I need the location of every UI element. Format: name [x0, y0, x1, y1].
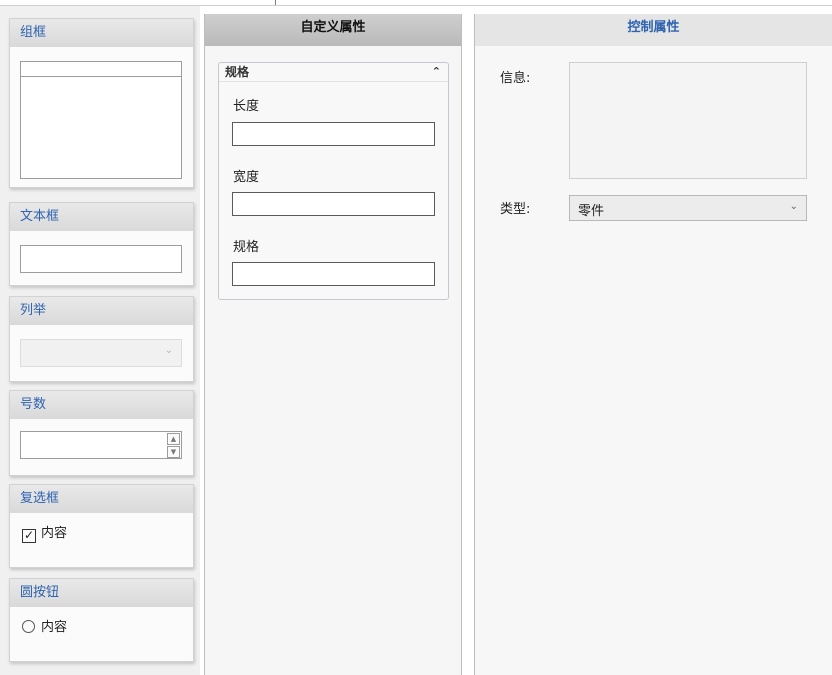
length-input[interactable] [232, 122, 435, 146]
spec-group-header[interactable]: 规格 ⌃ [219, 63, 448, 82]
number-spinner-preview: ▲ ▼ [20, 431, 182, 459]
text-box-preview [20, 245, 182, 273]
radio-circle-icon [22, 620, 35, 633]
group-box-preview [20, 61, 182, 179]
splitter-tick [275, 0, 276, 5]
radio-preview: 内容 [22, 619, 67, 637]
toolbox-radio-title: 圆按钮 [10, 579, 193, 607]
collapse-chevron-icon[interactable]: ⌃ [432, 63, 441, 81]
spinner-down-icon: ▼ [167, 446, 180, 458]
checkmark-icon: ✓ [22, 528, 36, 543]
toolbox-group-box-title: 组框 [10, 19, 193, 47]
toolbox-enum-title: 列举 [10, 297, 193, 325]
toolbox-checkbox-title: 复选框 [10, 485, 193, 513]
toolbox-radio[interactable]: 圆按钮 内容 [9, 578, 194, 662]
spec-group-title: 规格 [225, 65, 250, 79]
enum-combo-preview: ⌄ [20, 339, 182, 367]
toolbox-text-box-title: 文本框 [10, 203, 193, 231]
chevron-down-icon: ⌄ [164, 345, 173, 356]
toolbox-text-box[interactable]: 文本框 [9, 202, 194, 286]
chevron-down-icon: ⌄ [789, 201, 798, 212]
spec-input[interactable] [232, 262, 435, 286]
spec-group: 规格 ⌃ 长度 宽度 规格 [218, 62, 449, 300]
group-box-preview-header [21, 62, 181, 77]
radio-preview-label: 内容 [41, 620, 68, 635]
spec-label: 规格 [233, 240, 260, 255]
custom-properties-panel: 自定义属性 规格 ⌃ 长度 宽度 规格 [204, 14, 462, 675]
toolbox-checkbox[interactable]: 复选框 ✓ 内容 [9, 484, 194, 568]
checkbox-preview: ✓ 内容 [22, 525, 67, 543]
checkbox-preview-label: 内容 [41, 526, 68, 541]
toolbox-group-box[interactable]: 组框 [9, 18, 194, 188]
spinner-up-icon: ▲ [167, 433, 180, 445]
control-properties-panel: 控制属性 信息: 类型: 零件 ⌄ [474, 14, 832, 675]
type-label: 类型: [500, 202, 531, 217]
width-label: 宽度 [233, 170, 260, 185]
info-textarea[interactable] [569, 62, 807, 179]
toolbox-number-title: 号数 [10, 391, 193, 419]
spinner-buttons: ▲ ▼ [167, 433, 180, 458]
custom-properties-title: 自定义属性 [205, 14, 461, 46]
toolbox-number[interactable]: 号数 ▲ ▼ [9, 390, 194, 476]
length-label: 长度 [233, 99, 260, 114]
type-select[interactable]: 零件 ⌄ [569, 195, 807, 221]
width-input[interactable] [232, 192, 435, 216]
toolbox-enum[interactable]: 列举 ⌄ [9, 296, 194, 382]
info-label: 信息: [500, 71, 531, 86]
control-properties-title: 控制属性 [475, 14, 832, 46]
toolbox-sidebar: 组框 文本框 列举 ⌄ 号数 ▲ ▼ 复选框 ✓ 内容 圆按钮 内容 [0, 6, 200, 675]
type-select-value: 零件 [578, 204, 605, 219]
